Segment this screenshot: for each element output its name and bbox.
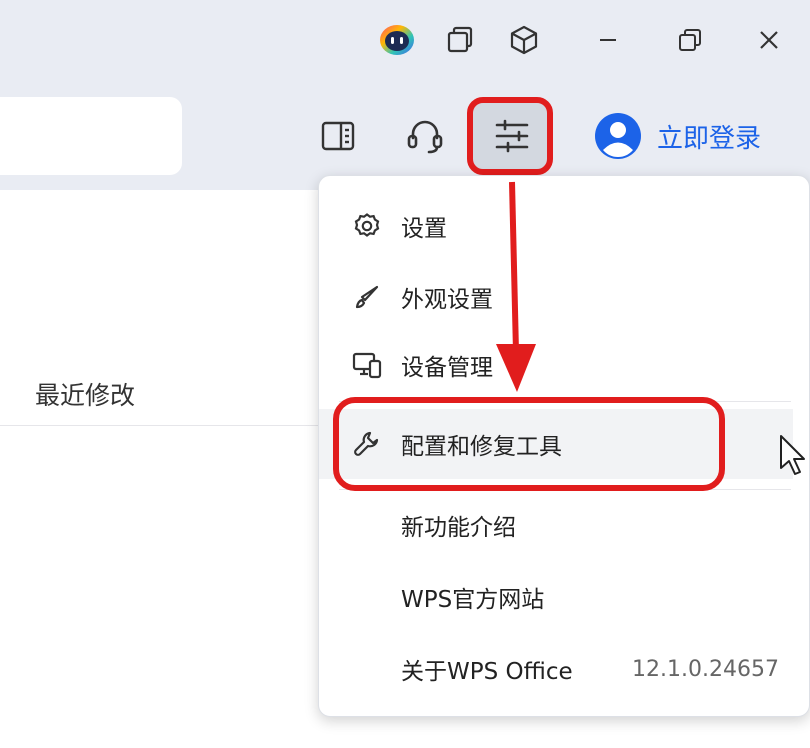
- menu-item-label: WPS官方网站: [401, 587, 545, 613]
- minimize-icon[interactable]: [590, 22, 626, 58]
- brush-icon: [352, 282, 382, 312]
- menu-item-about[interactable]: 关于WPS Office 12.1.0.24657: [319, 634, 809, 704]
- divider: [0, 425, 318, 426]
- gear-icon: [352, 211, 382, 241]
- menu-item-website[interactable]: WPS官方网站: [319, 562, 809, 632]
- highlight-box: [333, 397, 725, 491]
- mouse-cursor-icon: [780, 435, 805, 475]
- menu-item-label: 设备管理: [401, 355, 493, 381]
- menu-item-whats-new[interactable]: 新功能介绍: [319, 490, 809, 560]
- version-text: 12.1.0.24657: [632, 656, 779, 682]
- menu-item-label: 外观设置: [401, 287, 493, 313]
- menu-item-settings[interactable]: 设置: [319, 191, 809, 261]
- user-avatar-icon: [595, 113, 641, 159]
- ai-assistant-icon[interactable]: [377, 22, 417, 58]
- login-label: 立即登录: [657, 123, 762, 154]
- column-recent-modified[interactable]: 最近修改: [35, 376, 135, 412]
- menu-item-label: 关于WPS Office: [401, 659, 573, 685]
- search-box[interactable]: [0, 97, 182, 175]
- headset-icon[interactable]: [403, 114, 447, 158]
- side-panel-icon[interactable]: [318, 116, 358, 156]
- sliders-icon: [490, 114, 534, 158]
- menu-item-devices[interactable]: 设备管理: [319, 330, 809, 400]
- login-button[interactable]: 立即登录: [593, 110, 761, 162]
- menu-item-appearance[interactable]: 外观设置: [319, 262, 809, 332]
- cube-icon[interactable]: [506, 22, 542, 58]
- menu-item-label: 新功能介绍: [401, 515, 516, 541]
- menu-item-label: 设置: [401, 216, 447, 242]
- close-icon[interactable]: [751, 22, 787, 58]
- restore-icon[interactable]: [672, 22, 708, 58]
- devices-icon: [352, 350, 382, 380]
- window-icon[interactable]: [442, 22, 478, 58]
